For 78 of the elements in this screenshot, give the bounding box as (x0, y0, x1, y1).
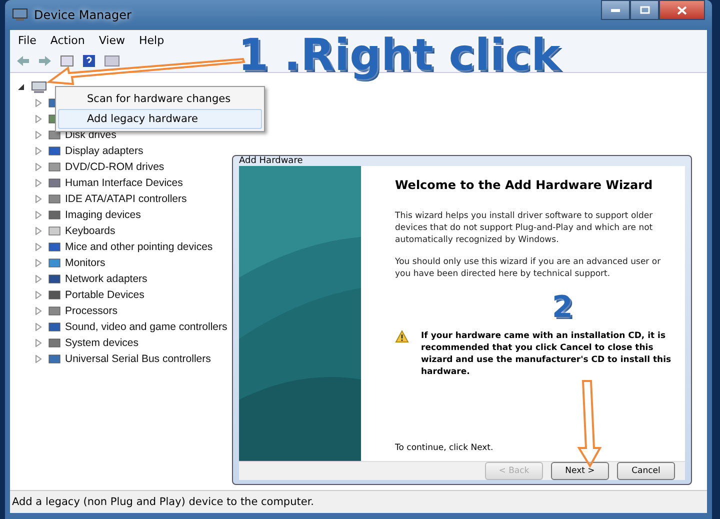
tree-item[interactable]: Portable Devices (65, 289, 144, 301)
expand-arrow-icon[interactable] (35, 243, 42, 251)
window-icon[interactable] (104, 55, 120, 67)
expand-arrow-icon[interactable] (35, 131, 42, 139)
expand-arrow-icon[interactable] (35, 115, 42, 123)
expand-arrow-icon[interactable] (35, 259, 42, 267)
instruction-text: To continue, click Next. (395, 442, 494, 453)
tree-item[interactable]: Human Interface Devices (65, 177, 183, 189)
close-icon (677, 6, 687, 14)
menu-item[interactable]: Add legacy hardware (58, 109, 262, 129)
tree-item[interactable]: Processors (65, 305, 118, 317)
minimize-icon (611, 8, 620, 12)
tree-item[interactable]: Network adapters (65, 273, 148, 285)
minimize-button[interactable] (601, 0, 630, 20)
expand-arrow-icon[interactable] (35, 99, 42, 107)
expand-arrow-icon[interactable] (35, 339, 42, 347)
tree-item[interactable]: Mice and other pointing devices (65, 241, 213, 253)
menu-item[interactable]: Help (138, 34, 164, 46)
collapse-arrow-icon[interactable] (18, 83, 25, 91)
window-title: Device Manager (34, 8, 132, 22)
menu-item[interactable]: View (98, 34, 125, 46)
device-icon (48, 273, 61, 285)
computer-icon (12, 8, 28, 22)
device-icon (48, 353, 61, 365)
device-icon (48, 257, 61, 269)
forward-icon[interactable] (38, 55, 52, 67)
expand-arrow-icon[interactable] (35, 355, 42, 363)
expand-arrow-icon[interactable] (35, 227, 42, 235)
annotation-text: 1 .Right click (238, 30, 560, 81)
maximize-button[interactable] (630, 0, 659, 20)
tree-item[interactable]: Display adapters (65, 145, 144, 157)
device-icon (48, 129, 61, 141)
help-icon[interactable] (82, 54, 96, 68)
warning-icon (395, 330, 409, 343)
annotation-text: 2 (552, 292, 573, 324)
menu-item[interactable]: Scan for hardware changes (58, 89, 262, 109)
status-text: Add a legacy (non Plug and Play) device to the computer. (12, 496, 314, 508)
maximize-icon (640, 6, 650, 14)
dialog-title: Add Hardware (239, 156, 303, 166)
wizard-button[interactable]: Cancel (617, 462, 675, 480)
expand-arrow-icon[interactable] (35, 323, 42, 331)
wizard-heading: Welcome to the Add Hardware Wizard (395, 178, 654, 192)
tree-item[interactable]: Universal Serial Bus controllers (65, 353, 211, 365)
tree-item[interactable]: Imaging devices (65, 209, 141, 221)
device-icon (48, 161, 61, 173)
device-icon (48, 209, 61, 221)
tree-item[interactable]: Sound, video and game controllers (65, 321, 228, 333)
expand-arrow-icon[interactable] (35, 195, 42, 203)
expand-arrow-icon[interactable] (35, 163, 42, 171)
wizard-button[interactable]: Next > (551, 462, 609, 480)
tree-item[interactable]: Keyboards (65, 225, 116, 237)
expand-arrow-icon[interactable] (35, 275, 42, 283)
expand-arrow-icon[interactable] (35, 179, 42, 187)
device-icon (48, 225, 61, 237)
device-icon (48, 241, 61, 253)
computer-icon (31, 80, 47, 94)
expand-arrow-icon[interactable] (35, 291, 42, 299)
menu-item[interactable]: Action (50, 34, 85, 46)
menu-item[interactable]: File (18, 34, 36, 46)
expand-arrow-icon[interactable] (35, 211, 42, 219)
device-icon (48, 145, 61, 157)
tree-item[interactable]: Monitors (65, 257, 106, 269)
warning-text: If your hardware came with an installation CD, it is recommended that you click Cancel to close this wizard and use the manufacturer's CD to install this hardware. (421, 330, 672, 378)
device-icon (48, 193, 61, 205)
expand-arrow-icon[interactable] (35, 307, 42, 315)
expand-arrow-icon[interactable] (35, 147, 42, 155)
tree-item[interactable]: System devices (65, 337, 139, 349)
device-icon (48, 289, 61, 301)
tree-item[interactable]: DVD/CD-ROM drives (65, 161, 164, 173)
device-icon (48, 177, 61, 189)
close-button[interactable] (659, 0, 705, 20)
paragraph: You should only use this wizard if you are an advanced user or you have been directed here by technical support. (395, 256, 662, 280)
device-icon (48, 321, 61, 333)
tree-item[interactable]: IDE ATA/ATAPI controllers (65, 193, 187, 205)
device-icon (48, 305, 61, 317)
back-icon[interactable] (16, 55, 30, 67)
paragraph: This wizard helps you install driver software to support older devices that do not support Plug-and-Play and which are not automatically recognized by Windows. (395, 210, 654, 246)
device-icon (48, 337, 61, 349)
